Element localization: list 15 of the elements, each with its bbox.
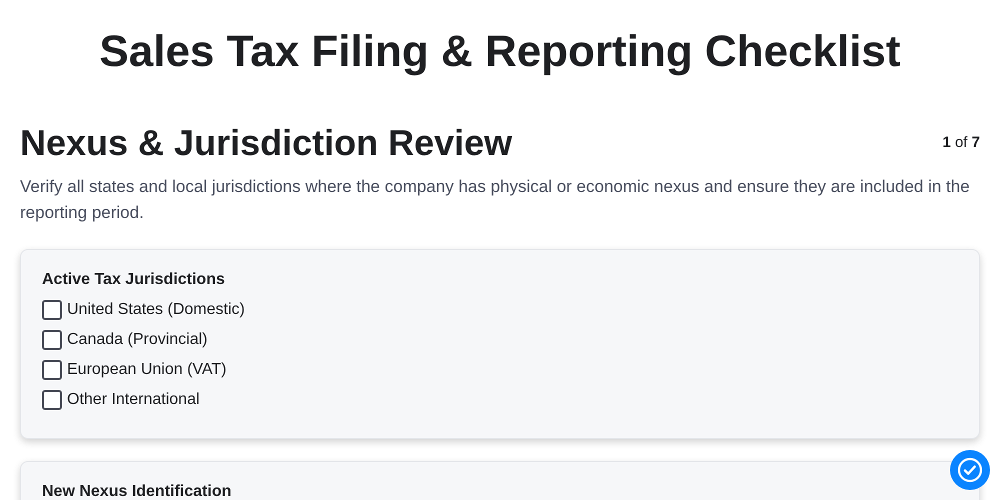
section-description: Verify all states and local jurisdictions where the company has physical or economic nexus and ensure they are included in the reporting period. xyxy=(20,176,971,224)
checkbox[interactable] xyxy=(42,390,62,410)
question-title: New Nexus Identification xyxy=(42,482,232,500)
question-title: Active Tax Jurisdictions xyxy=(42,270,226,290)
check-circle-button[interactable] xyxy=(950,450,990,490)
checkbox[interactable] xyxy=(42,300,62,320)
checkbox[interactable] xyxy=(42,360,62,380)
option-label: Canada (Provincial) xyxy=(67,330,208,350)
section-heading: Nexus & Jurisdiction Review xyxy=(20,122,512,164)
page-title: Sales Tax Filing & Reporting Checklist xyxy=(98,26,902,78)
option-label: Other International xyxy=(67,390,200,410)
step-counter: 1 of 7 xyxy=(942,134,980,151)
checkbox[interactable] xyxy=(42,330,62,350)
option-label: European Union (VAT) xyxy=(67,360,226,380)
option-label: United States (Domestic) xyxy=(67,300,245,320)
